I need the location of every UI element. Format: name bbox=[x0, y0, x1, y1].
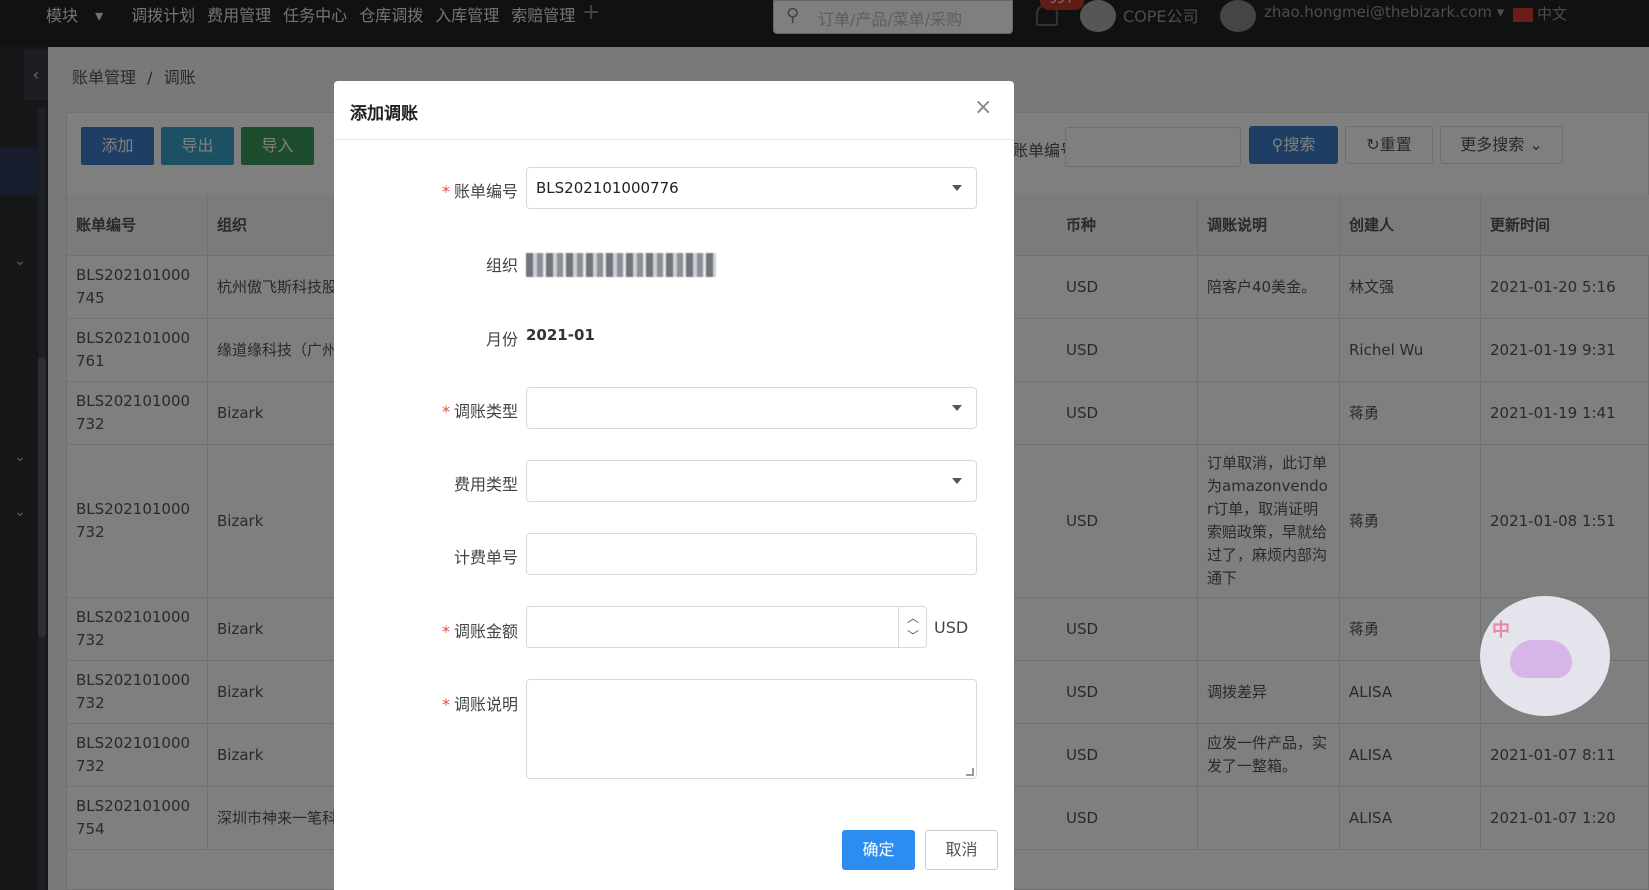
amount-label: * 调账金额 bbox=[334, 618, 518, 642]
month-value: 2021-01 bbox=[526, 326, 595, 344]
org-label: 组织 bbox=[485, 256, 518, 275]
unicorn-icon bbox=[1510, 640, 1572, 678]
charge-no-input[interactable] bbox=[526, 533, 977, 575]
close-icon[interactable]: × bbox=[974, 95, 992, 120]
desc-label-text: 调账说明 bbox=[453, 695, 518, 714]
chevron-up-icon[interactable]: ︿ bbox=[907, 609, 919, 626]
adjust-type-select[interactable] bbox=[526, 387, 977, 429]
amount-label-text: 调账金额 bbox=[453, 622, 518, 641]
bill-no-label-text: 账单编号 bbox=[453, 182, 518, 201]
mascot-character: 中 bbox=[1492, 620, 1510, 641]
dialog-title: 添加调账 bbox=[350, 104, 418, 124]
required-marker: * bbox=[441, 695, 450, 714]
caret-down-icon bbox=[952, 405, 962, 411]
required-marker: * bbox=[441, 622, 450, 641]
caret-down-icon bbox=[952, 185, 962, 191]
amount-unit: USD bbox=[934, 618, 969, 637]
caret-down-icon bbox=[952, 478, 962, 484]
adjust-type-label: * 调账类型 bbox=[334, 398, 518, 422]
desc-textarea[interactable] bbox=[526, 679, 977, 779]
bill-no-value: BLS202101000776 bbox=[536, 179, 679, 197]
fee-type-label: 费用类型 bbox=[453, 475, 518, 494]
mascot-widget[interactable]: 中 bbox=[1480, 596, 1610, 716]
amount-stepper[interactable]: ︿ ﹀ bbox=[898, 607, 926, 647]
resize-handle-icon[interactable] bbox=[966, 768, 974, 776]
bill-no-label: * 账单编号 bbox=[334, 178, 518, 202]
chevron-down-icon[interactable]: ﹀ bbox=[907, 627, 919, 644]
dialog-divider bbox=[334, 139, 1014, 140]
bill-no-select[interactable]: BLS202101000776 bbox=[526, 167, 977, 209]
charge-no-label: 计费单号 bbox=[453, 548, 518, 567]
month-label: 月份 bbox=[485, 330, 518, 349]
desc-label: * 调账说明 bbox=[334, 691, 518, 715]
cancel-button[interactable]: 取消 bbox=[925, 830, 998, 870]
required-marker: * bbox=[441, 182, 450, 201]
fee-type-select[interactable] bbox=[526, 460, 977, 502]
adjust-type-label-text: 调账类型 bbox=[453, 402, 518, 421]
amount-number-input[interactable]: ︿ ﹀ bbox=[526, 606, 927, 648]
add-adjustment-dialog: 添加调账 × * 账单编号 BLS202101000776 组织 月份 2021-… bbox=[334, 81, 1014, 890]
required-marker: * bbox=[441, 402, 450, 421]
org-value-redacted bbox=[526, 253, 716, 277]
confirm-button[interactable]: 确定 bbox=[842, 830, 915, 870]
